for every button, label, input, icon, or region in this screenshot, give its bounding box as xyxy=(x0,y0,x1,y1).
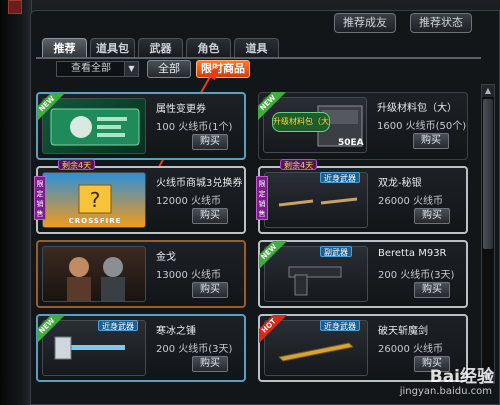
buy-button[interactable]: 购买 xyxy=(413,133,449,149)
hot-badge: HOT xyxy=(259,315,289,345)
weapon-type-tag: 副武器 xyxy=(320,246,352,257)
view-filter-value: 查看全部 xyxy=(71,63,111,74)
item-card[interactable]: 升级材料包（大） 50EA NEW 升级材料包（大） 1600 火线币(50个)… xyxy=(258,92,468,160)
item-card[interactable]: ? CROSSFIRE 限定销售 剩余4天 火线币商城3兑换券 12000 火线… xyxy=(34,159,246,234)
corner-ornament xyxy=(8,0,22,14)
item-name: 火线币商城3兑换券 xyxy=(156,178,243,189)
limited-sale-ribbon: 限定销售 xyxy=(34,176,46,220)
remaining-days-badge: 剩余4天 xyxy=(280,159,318,170)
item-price: 1600 火线币(50个) xyxy=(377,121,467,132)
watermark-url: jingyan.baidu.com xyxy=(399,386,492,397)
item-price: 26000 火线币 xyxy=(378,196,443,207)
tab-weapons[interactable]: 武器 xyxy=(138,38,183,58)
quantity-label: 50EA xyxy=(338,138,364,148)
item-card[interactable]: NEW 副武器 Beretta M93R 200 火线币(3天) 购买 xyxy=(258,240,468,308)
recommend-friends-button[interactable]: 推荐成友 xyxy=(334,13,396,33)
item-card[interactable]: 限定销售 剩余4天 近身武器 双龙-秘银 26000 火线币 购买 xyxy=(256,159,468,234)
item-card[interactable]: 金戈 13000 火线币 购买 xyxy=(36,240,246,308)
buy-button[interactable]: 购买 xyxy=(414,282,450,298)
item-card[interactable]: NEW 属性变更券 100 火线币(1个) 购买 xyxy=(36,92,246,160)
item-name: Beretta M93R xyxy=(378,248,447,259)
remaining-days-badge: 剩余4天 xyxy=(58,159,96,170)
recommend-status-button[interactable]: 推荐状态 xyxy=(410,13,472,33)
scrollbar-thumb[interactable] xyxy=(483,99,493,249)
weapon-type-tag: 近身武器 xyxy=(320,172,360,183)
weapon-type-tag: 近身武器 xyxy=(98,320,138,331)
item-grid: NEW 属性变更券 100 火线币(1个) 购买 升级材料包（大） 50EA N… xyxy=(34,84,476,402)
buy-button[interactable]: 购买 xyxy=(192,134,228,150)
view-filter-select[interactable]: 查看全部 ▼ xyxy=(56,61,139,77)
item-name: 金戈 xyxy=(156,252,176,263)
item-price: 26000 火线币 xyxy=(378,344,443,355)
tab-divider xyxy=(36,57,481,59)
item-name: 升级材料包（大） xyxy=(377,103,457,114)
item-thumbnail: ? CROSSFIRE xyxy=(42,172,146,228)
tab-item-pack[interactable]: 道具包 xyxy=(90,38,135,58)
buy-button[interactable]: 购买 xyxy=(192,208,228,224)
item-card[interactable]: NEW 近身武器 寒冰之锤 200 火线币(3天) 购买 xyxy=(36,314,246,382)
item-price: 200 火线币(3天) xyxy=(378,270,455,281)
item-name: 破天斩魔剑 xyxy=(378,326,428,337)
crossfire-logo-text: CROSSFIRE xyxy=(68,217,122,225)
new-badge: NEW xyxy=(259,241,289,271)
filter-limited-button[interactable]: 限时商品 xyxy=(196,60,250,78)
baidu-watermark: Bai经验 jingyan.baidu.com xyxy=(380,360,498,402)
new-badge: NEW xyxy=(258,92,288,122)
tab-characters[interactable]: 角色 xyxy=(186,38,231,58)
scroll-up-icon[interactable]: ▲ xyxy=(482,85,494,97)
left-side-frame xyxy=(0,0,32,405)
weapon-type-tag: 近身武器 xyxy=(320,320,360,331)
item-price: 200 火线币(3天) xyxy=(156,344,233,355)
item-name: 属性变更券 xyxy=(156,104,206,115)
item-name: 寒冰之锤 xyxy=(156,326,196,337)
filter-bar: 查看全部 ▼ 全部 限时商品 xyxy=(56,60,476,84)
item-price: 12000 火线币 xyxy=(156,196,221,207)
item-thumbnail xyxy=(42,246,146,302)
chevron-down-icon[interactable]: ▼ xyxy=(124,62,138,76)
buy-button[interactable]: 购买 xyxy=(192,282,228,298)
item-name: 双龙-秘银 xyxy=(378,178,422,189)
new-badge: NEW xyxy=(37,93,67,123)
filter-all-button[interactable]: 全部 xyxy=(147,60,191,78)
svg-text:?: ? xyxy=(90,188,101,212)
buy-button[interactable]: 购买 xyxy=(414,208,450,224)
watermark-logo-text: Bai经验 xyxy=(429,367,494,387)
buy-button[interactable]: 购买 xyxy=(192,356,228,372)
item-price: 100 火线币(1个) xyxy=(156,122,233,133)
limited-sale-ribbon: 限定销售 xyxy=(256,176,268,220)
item-price: 13000 火线币 xyxy=(156,270,221,281)
tab-items[interactable]: 道具 xyxy=(234,38,279,58)
new-badge: NEW xyxy=(37,315,67,345)
item-list-scrollbar[interactable]: ▲ ▼ xyxy=(481,84,495,384)
character-portrait-icon xyxy=(67,257,125,301)
tab-recommend[interactable]: 推荐 xyxy=(42,38,87,58)
